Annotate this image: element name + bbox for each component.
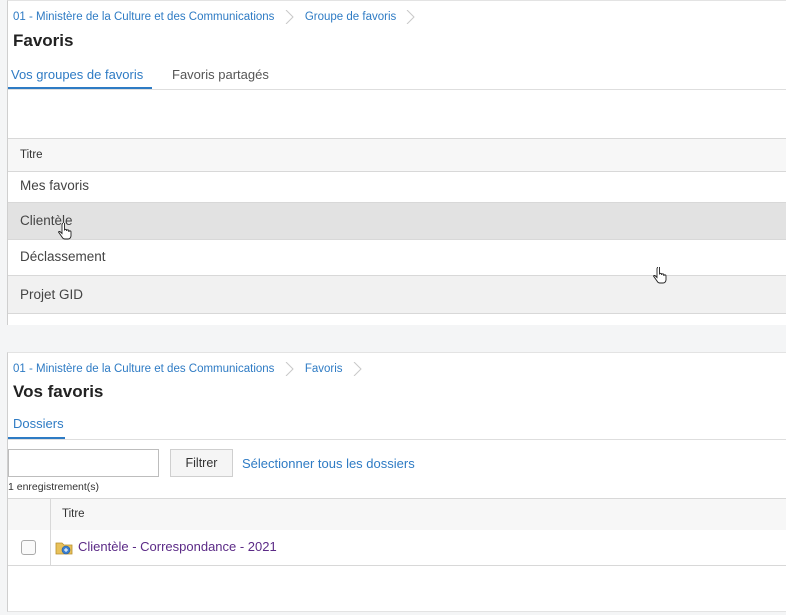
folder-icon	[55, 542, 73, 555]
chevron-right-icon	[285, 362, 294, 376]
tabs-divider	[8, 89, 786, 90]
tab-your-favorite-groups[interactable]: Vos groupes de favoris	[11, 67, 143, 82]
record-count: 1 enregistrement(s)	[8, 481, 100, 493]
table-row[interactable]: Projet GID	[8, 276, 786, 314]
breadcrumb-item-favorites[interactable]: Favoris	[305, 363, 343, 375]
page-title: Vos favoris	[13, 382, 104, 401]
row-checkbox[interactable]	[21, 540, 36, 555]
hand-cursor-icon	[653, 267, 667, 284]
hand-cursor-icon	[58, 223, 72, 240]
table-row[interactable]: Clientèle	[8, 203, 786, 240]
table-row[interactable]: Déclassement	[8, 240, 786, 276]
checkbox-column-header	[8, 499, 51, 530]
column-header-title: Titre	[62, 508, 85, 520]
tab-shared-favorites[interactable]: Favoris partagés	[172, 67, 269, 82]
tab-folders[interactable]: Dossiers	[13, 416, 64, 431]
select-all-folders-link[interactable]: Sélectionner tous les dossiers	[242, 456, 415, 471]
column-header-title: Titre	[20, 149, 43, 161]
breadcrumb: 01 - Ministère de la Culture et des Comm…	[13, 10, 423, 24]
filter-button[interactable]: Filtrer	[170, 449, 233, 477]
breadcrumb: 01 - Ministère de la Culture et des Comm…	[13, 362, 370, 376]
checkbox-cell	[8, 530, 51, 565]
tabs-divider	[8, 439, 786, 440]
breadcrumb-item-ministry[interactable]: 01 - Ministère de la Culture et des Comm…	[13, 363, 274, 375]
row-label: Déclassement	[20, 249, 106, 264]
chevron-right-icon	[285, 10, 294, 24]
chevron-right-icon	[407, 10, 416, 24]
table-row[interactable]: Mes favoris	[8, 171, 786, 203]
breadcrumb-item-groups[interactable]: Groupe de favoris	[305, 11, 396, 23]
filter-input[interactable]	[8, 449, 159, 477]
page-title: Favoris	[13, 31, 74, 50]
row-label: Projet GID	[20, 287, 84, 302]
table-header: Titre	[8, 138, 786, 172]
row-label: Mes favoris	[20, 178, 90, 193]
chevron-right-icon	[353, 362, 362, 376]
favorites-groups-panel: 01 - Ministère de la Culture et des Comm…	[7, 0, 786, 325]
favorites-folders-panel: 01 - Ministère de la Culture et des Comm…	[7, 352, 786, 612]
folder-link[interactable]: Clientèle - Correspondance - 2021	[78, 539, 277, 554]
table-header: Titre	[8, 498, 786, 531]
breadcrumb-item-ministry[interactable]: 01 - Ministère de la Culture et des Comm…	[13, 11, 274, 23]
table-row[interactable]: Clientèle - Correspondance - 2021	[8, 530, 786, 566]
tab-bar: Vos groupes de favoris Favoris partagés	[8, 67, 786, 95]
